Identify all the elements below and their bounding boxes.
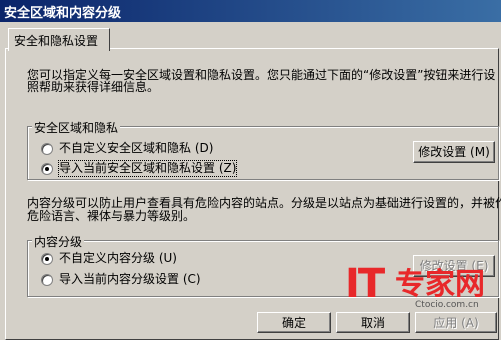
watermark-brand-cn: 专家网 <box>395 267 485 302</box>
security-modify-button[interactable]: 修改设置 (M) <box>413 141 495 163</box>
title-bar: 安全区域和内容分级 <box>0 0 501 22</box>
ratings-option-custom-label: 不自定义内容分级 (U) <box>59 251 177 265</box>
apply-button[interactable]: 应用 (A) <box>415 312 497 333</box>
watermark-brand: IT <box>345 261 385 307</box>
window-title: 安全区域和内容分级 <box>4 6 122 21</box>
ratings-desc-line2: 危险语言、裸体与暴力等级别。 <box>27 209 196 223</box>
radio-button[interactable] <box>41 274 53 286</box>
radio-button-selected[interactable] <box>41 253 53 265</box>
ratings-option-import-label: 导入当前内容分级设置 (C) <box>59 272 201 286</box>
ratings-option-custom[interactable]: 不自定义内容分级 (U) <box>41 251 281 267</box>
tab-privacy-settings[interactable]: 安全和隐私设置 <box>8 28 110 51</box>
intro-text-line2: 照帮助来获得详细信息。 <box>27 80 160 94</box>
watermark-logo: IT 专家网 Ctocio.com.cn <box>345 262 495 312</box>
security-option-custom-label: 不自定义安全区域和隐私 (D) <box>59 141 214 155</box>
radio-button-selected[interactable] <box>41 163 53 175</box>
ratings-group-title: 内容分级 <box>32 233 85 250</box>
tab-label: 安全和隐私设置 <box>14 34 99 48</box>
ok-button[interactable]: 确定 <box>257 312 331 333</box>
cancel-button[interactable]: 取消 <box>336 312 410 333</box>
security-group-title: 安全区域和隐私 <box>32 119 121 136</box>
security-option-import[interactable]: 导入当前安全区域和隐私设置 (Z) <box>41 160 281 177</box>
watermark-domain: Ctocio.com.cn <box>415 300 479 310</box>
radio-button[interactable] <box>41 143 53 155</box>
security-option-custom[interactable]: 不自定义安全区域和隐私 (D) <box>41 141 281 157</box>
security-option-import-label: 导入当前安全区域和隐私设置 (Z) <box>57 160 238 177</box>
ratings-option-import[interactable]: 导入当前内容分级设置 (C) <box>41 272 281 288</box>
